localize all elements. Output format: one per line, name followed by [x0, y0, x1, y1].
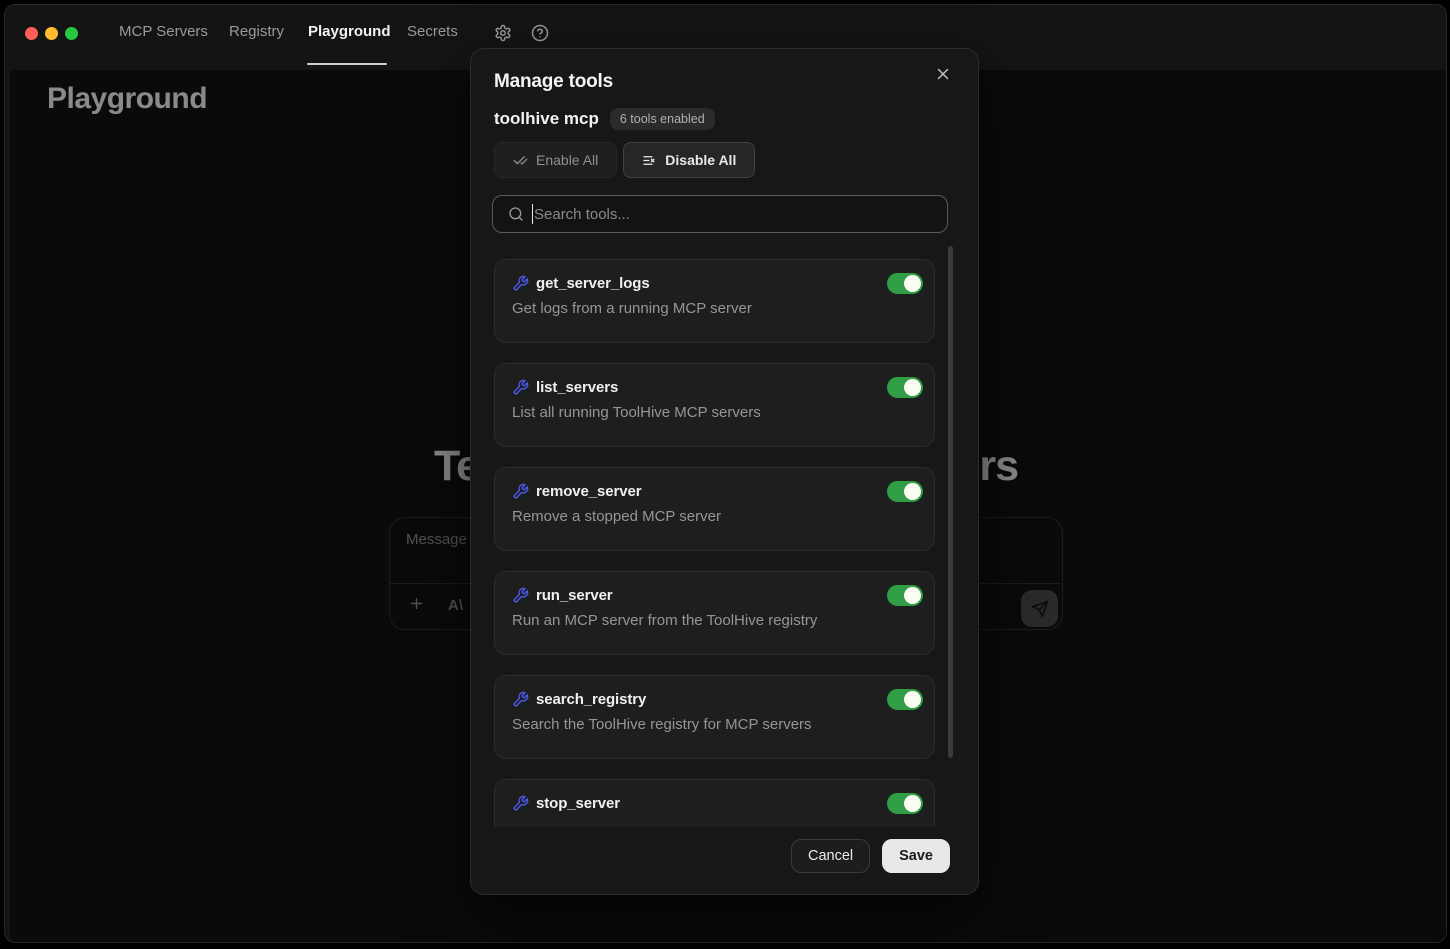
tab-registry[interactable]: Registry: [229, 23, 284, 40]
tool-toggle[interactable]: [887, 377, 923, 398]
enable-all-button[interactable]: Enable All: [494, 142, 617, 178]
tool-card-header: run_server: [512, 584, 923, 606]
server-row: toolhive mcp 6 tools enabled: [494, 108, 715, 130]
tool-description: Get logs from a running MCP server: [512, 300, 752, 317]
dialog-footer: Cancel Save: [471, 839, 978, 873]
tool-name: list_servers: [536, 379, 887, 396]
tab-secrets[interactable]: Secrets: [407, 23, 458, 40]
tool-name: remove_server: [536, 483, 887, 500]
wrench-icon: [512, 379, 529, 396]
tab-playground[interactable]: Playground: [308, 23, 391, 40]
search-input[interactable]: [534, 196, 924, 232]
traffic-light-close-button[interactable]: [25, 27, 38, 40]
traffic-light-zoom-button[interactable]: [65, 27, 78, 40]
tools-enabled-badge: 6 tools enabled: [610, 108, 715, 130]
tool-name: get_server_logs: [536, 275, 887, 292]
traffic-light-minimize-button[interactable]: [45, 27, 58, 40]
wrench-icon: [512, 691, 529, 708]
bulk-actions-row: Enable All Disable All: [494, 142, 755, 178]
tool-name: stop_server: [536, 795, 887, 812]
wrench-icon: [512, 275, 529, 292]
tool-card: search_registry Search the ToolHive regi…: [494, 675, 935, 759]
tool-list: get_server_logs Get logs from a running …: [494, 244, 935, 827]
list-x-icon: [642, 153, 657, 168]
toggle-knob: [904, 379, 921, 396]
tool-toggle[interactable]: [887, 273, 923, 294]
gear-icon[interactable]: [494, 24, 512, 42]
toggle-knob: [904, 483, 921, 500]
disable-all-button[interactable]: Disable All: [623, 142, 755, 178]
toggle-knob: [904, 691, 921, 708]
manage-tools-dialog: Manage tools toolhive mcp 6 tools enable…: [470, 48, 979, 895]
dialog-title: Manage tools: [494, 71, 613, 93]
tool-toggle[interactable]: [887, 689, 923, 710]
tool-toggle[interactable]: [887, 585, 923, 606]
cancel-button[interactable]: Cancel: [791, 839, 870, 873]
tool-toggle[interactable]: [887, 793, 923, 814]
tool-card: list_servers List all running ToolHive M…: [494, 363, 935, 447]
tool-description: Remove a stopped MCP server: [512, 508, 721, 525]
toggle-knob: [904, 587, 921, 604]
tool-description: Search the ToolHive registry for MCP ser…: [512, 716, 812, 733]
tool-card-header: search_registry: [512, 688, 923, 710]
tool-card-header: stop_server: [512, 792, 923, 814]
tool-card: remove_server Remove a stopped MCP serve…: [494, 467, 935, 551]
tab-mcp-servers[interactable]: MCP Servers: [119, 23, 208, 40]
disable-all-label: Disable All: [665, 152, 736, 168]
search-icon: [508, 206, 524, 222]
tool-name: search_registry: [536, 691, 887, 708]
toggle-knob: [904, 795, 921, 812]
tool-card: get_server_logs Get logs from a running …: [494, 259, 935, 343]
tool-description: List all running ToolHive MCP servers: [512, 404, 761, 421]
search-tools-field: [492, 195, 948, 233]
wrench-icon: [512, 587, 529, 604]
wrench-icon: [512, 795, 529, 812]
tool-card-header: remove_server: [512, 480, 923, 502]
tool-toggle[interactable]: [887, 481, 923, 502]
wrench-icon: [512, 483, 529, 500]
scrollbar-thumb[interactable]: [948, 246, 953, 758]
tool-name: run_server: [536, 587, 887, 604]
enable-all-label: Enable All: [536, 152, 598, 168]
tool-card-header: get_server_logs: [512, 272, 923, 294]
check-check-icon: [513, 153, 528, 168]
tool-card-header: list_servers: [512, 376, 923, 398]
help-icon[interactable]: [531, 24, 549, 42]
tool-card: run_server Run an MCP server from the To…: [494, 571, 935, 655]
server-name: toolhive mcp: [494, 109, 599, 129]
save-button[interactable]: Save: [882, 839, 950, 873]
tool-description: Run an MCP server from the ToolHive regi…: [512, 612, 817, 629]
active-tab-underline: [307, 63, 387, 65]
text-caret: [532, 204, 533, 224]
toggle-knob: [904, 275, 921, 292]
tool-card: stop_server: [494, 779, 935, 827]
close-icon[interactable]: [934, 65, 952, 83]
